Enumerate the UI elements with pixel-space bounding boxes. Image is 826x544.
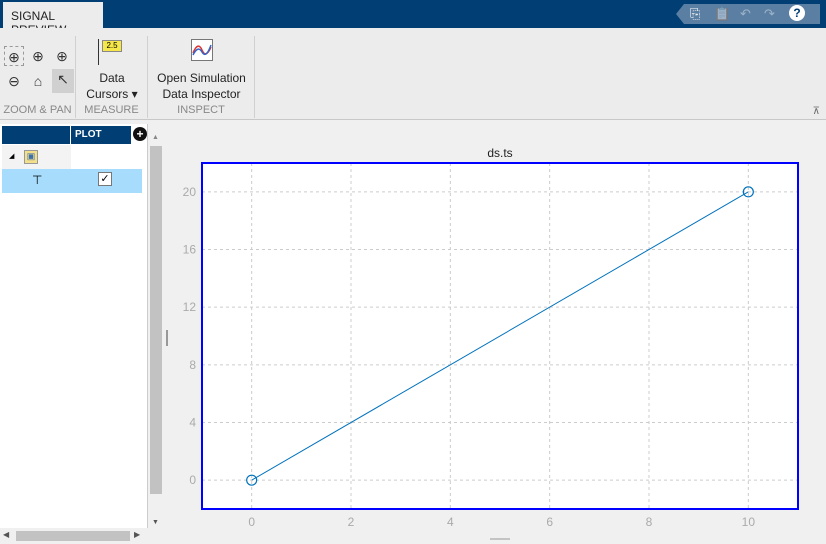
y-tick-label: 4 [189, 416, 196, 430]
x-tick-label: 4 [447, 515, 454, 529]
y-tick-label: 16 [183, 243, 197, 257]
x-tick-label: 0 [248, 515, 255, 529]
x-tick-label: 2 [348, 515, 355, 529]
x-tick-label: 8 [646, 515, 653, 529]
y-tick-label: 12 [183, 300, 197, 314]
chart-title: ds.ts [487, 146, 512, 160]
x-tick-label: 10 [742, 515, 756, 529]
y-tick-label: 20 [183, 185, 197, 199]
y-tick-label: 8 [189, 358, 196, 372]
x-tick-label: 6 [546, 515, 553, 529]
signal-plot: ds.ts 0 2 4 6 8 10 0 4 8 12 16 20 [170, 140, 821, 540]
y-tick-label: 0 [189, 473, 196, 487]
